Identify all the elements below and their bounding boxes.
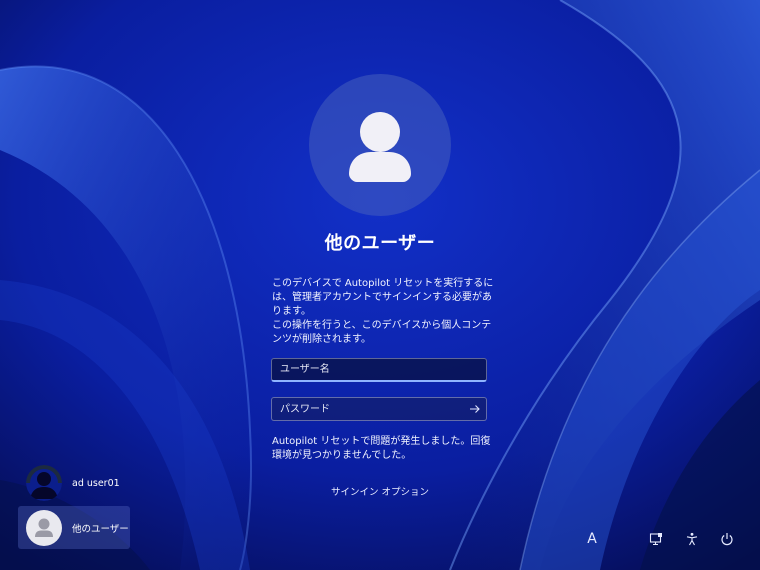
- avatar: [26, 465, 62, 501]
- arrow-right-icon: [470, 405, 480, 413]
- autopilot-message: このデバイスで Autopilot リセットを実行するには、管理者アカウントでサ…: [272, 278, 494, 317]
- user-name: ad user01: [72, 477, 120, 489]
- page-title: 他のユーザー: [324, 233, 436, 254]
- user-avatar: [309, 74, 451, 216]
- username-input[interactable]: [271, 358, 487, 382]
- user-photo-icon: [26, 465, 62, 501]
- error-message: Autopilot リセットで問題が発生しました。回復環境が見つかりませんでした…: [272, 436, 491, 461]
- accessibility-icon: [686, 532, 698, 546]
- user-item-ad-user01[interactable]: ad user01: [18, 462, 130, 504]
- avatar: [26, 509, 62, 546]
- submit-button[interactable]: [465, 400, 485, 418]
- user-name: 他のユーザー: [72, 523, 129, 535]
- power-button[interactable]: [718, 530, 736, 548]
- accessibility-button[interactable]: [683, 530, 701, 548]
- ime-indicator[interactable]: A: [583, 530, 601, 548]
- password-input[interactable]: [271, 397, 487, 421]
- user-silhouette-icon: [35, 518, 53, 537]
- content-removal-message: この操作を行うと、このデバイスから個人コンテンツが削除されます。: [272, 320, 492, 345]
- network-button[interactable]: [647, 530, 665, 548]
- user-silhouette-icon: [349, 112, 411, 182]
- network-icon: [649, 533, 662, 546]
- user-item-other[interactable]: 他のユーザー: [18, 506, 130, 549]
- power-icon: [721, 533, 733, 546]
